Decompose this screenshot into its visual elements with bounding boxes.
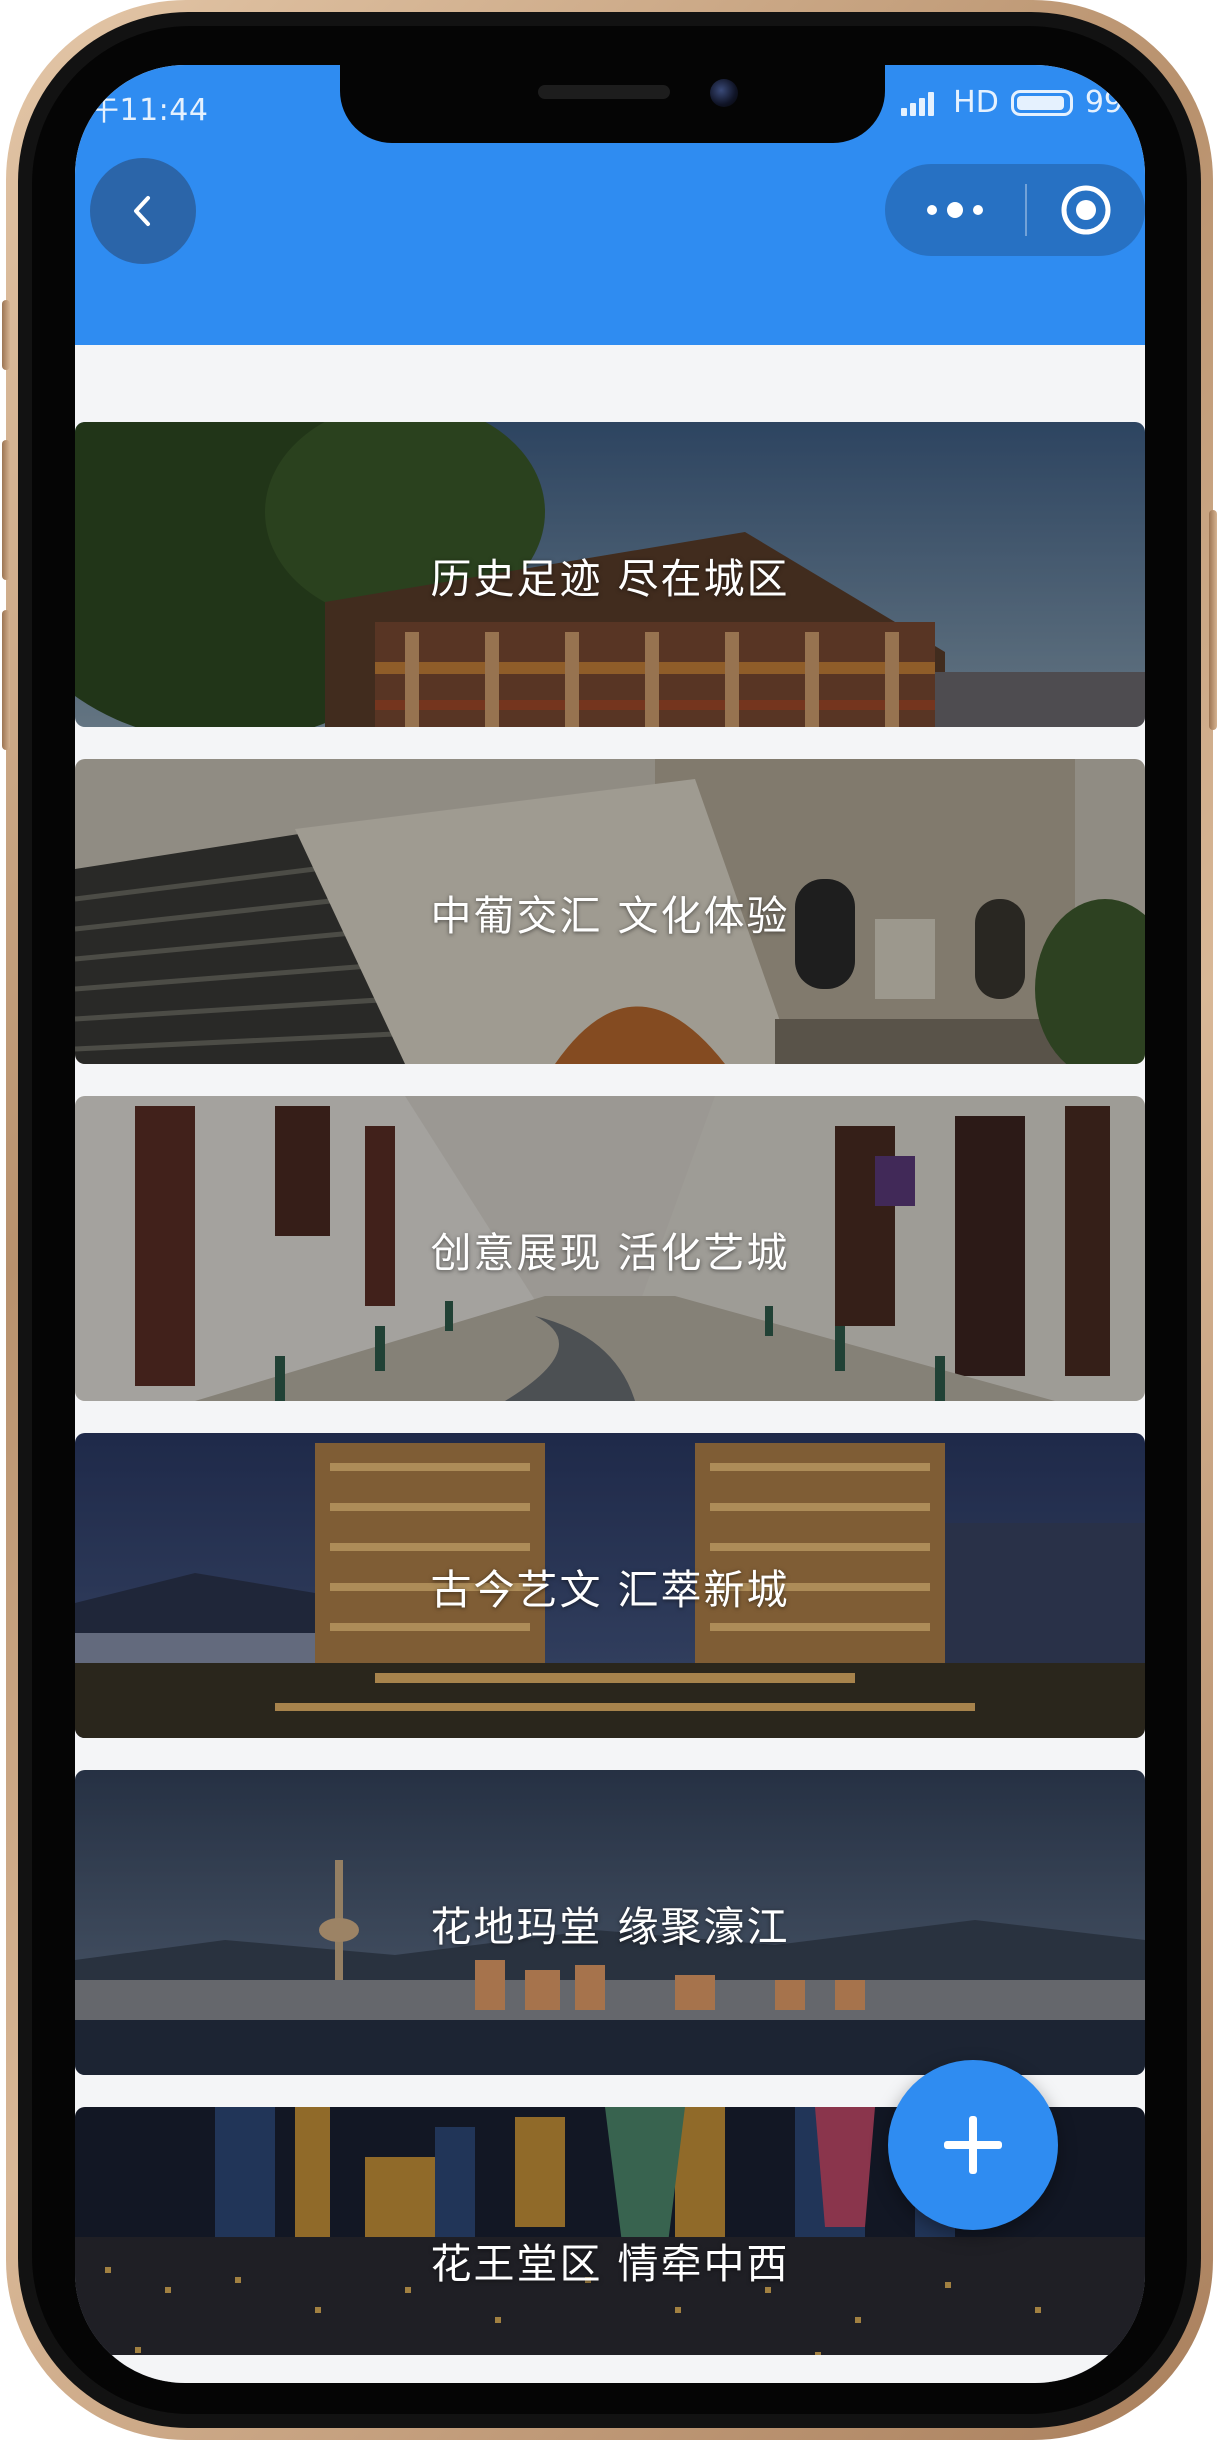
phone-screen: 午11:44 HD 99 历史足迹 尽在城区 中葡交汇 文化体验 创意展现 活化…	[75, 65, 1145, 2383]
target-circle-icon	[1061, 185, 1111, 235]
plus-icon	[944, 2116, 1002, 2174]
list-item[interactable]: 中葡交汇 文化体验	[75, 759, 1145, 1064]
more-button[interactable]	[885, 164, 1025, 256]
power-button	[1209, 510, 1217, 730]
notch	[340, 65, 885, 143]
add-button[interactable]	[888, 2060, 1058, 2230]
list-item[interactable]: 花地玛堂 缘聚濠江	[75, 1770, 1145, 2075]
next-card-peek	[75, 2355, 1145, 2383]
more-dots-icon	[927, 202, 983, 218]
signal-icon	[901, 90, 941, 116]
card-title: 中葡交汇 文化体验	[430, 891, 790, 940]
list-item[interactable]: 古今艺文 汇萃新城	[75, 1433, 1145, 1738]
mini-program-capsule	[885, 164, 1145, 256]
card-title: 历史足迹 尽在城区	[430, 554, 790, 603]
list-item[interactable]: 历史足迹 尽在城区	[75, 422, 1145, 727]
close-button[interactable]	[1027, 164, 1145, 256]
mute-switch	[2, 300, 10, 370]
status-indicators: HD 99	[901, 85, 1123, 120]
card-title: 创意展现 活化艺城	[430, 1228, 790, 1277]
network-label: HD	[953, 85, 999, 120]
speaker-grille	[538, 85, 670, 99]
list-item[interactable]: 创意展现 活化艺城	[75, 1096, 1145, 1401]
card-title: 古今艺文 汇萃新城	[430, 1565, 790, 1614]
back-button[interactable]	[90, 158, 196, 264]
volume-up-button	[2, 440, 10, 580]
battery-level: 99	[1084, 85, 1123, 120]
device-frame: 午11:44 HD 99 历史足迹 尽在城区 中葡交汇 文化体验 创意展现 活化…	[0, 0, 1219, 2445]
card-title: 花地玛堂 缘聚濠江	[430, 1902, 790, 1951]
front-camera	[710, 79, 738, 107]
chevron-left-icon	[134, 196, 150, 226]
status-time: 午11:44	[89, 93, 209, 128]
volume-down-button	[2, 610, 10, 750]
battery-icon	[1010, 89, 1073, 116]
